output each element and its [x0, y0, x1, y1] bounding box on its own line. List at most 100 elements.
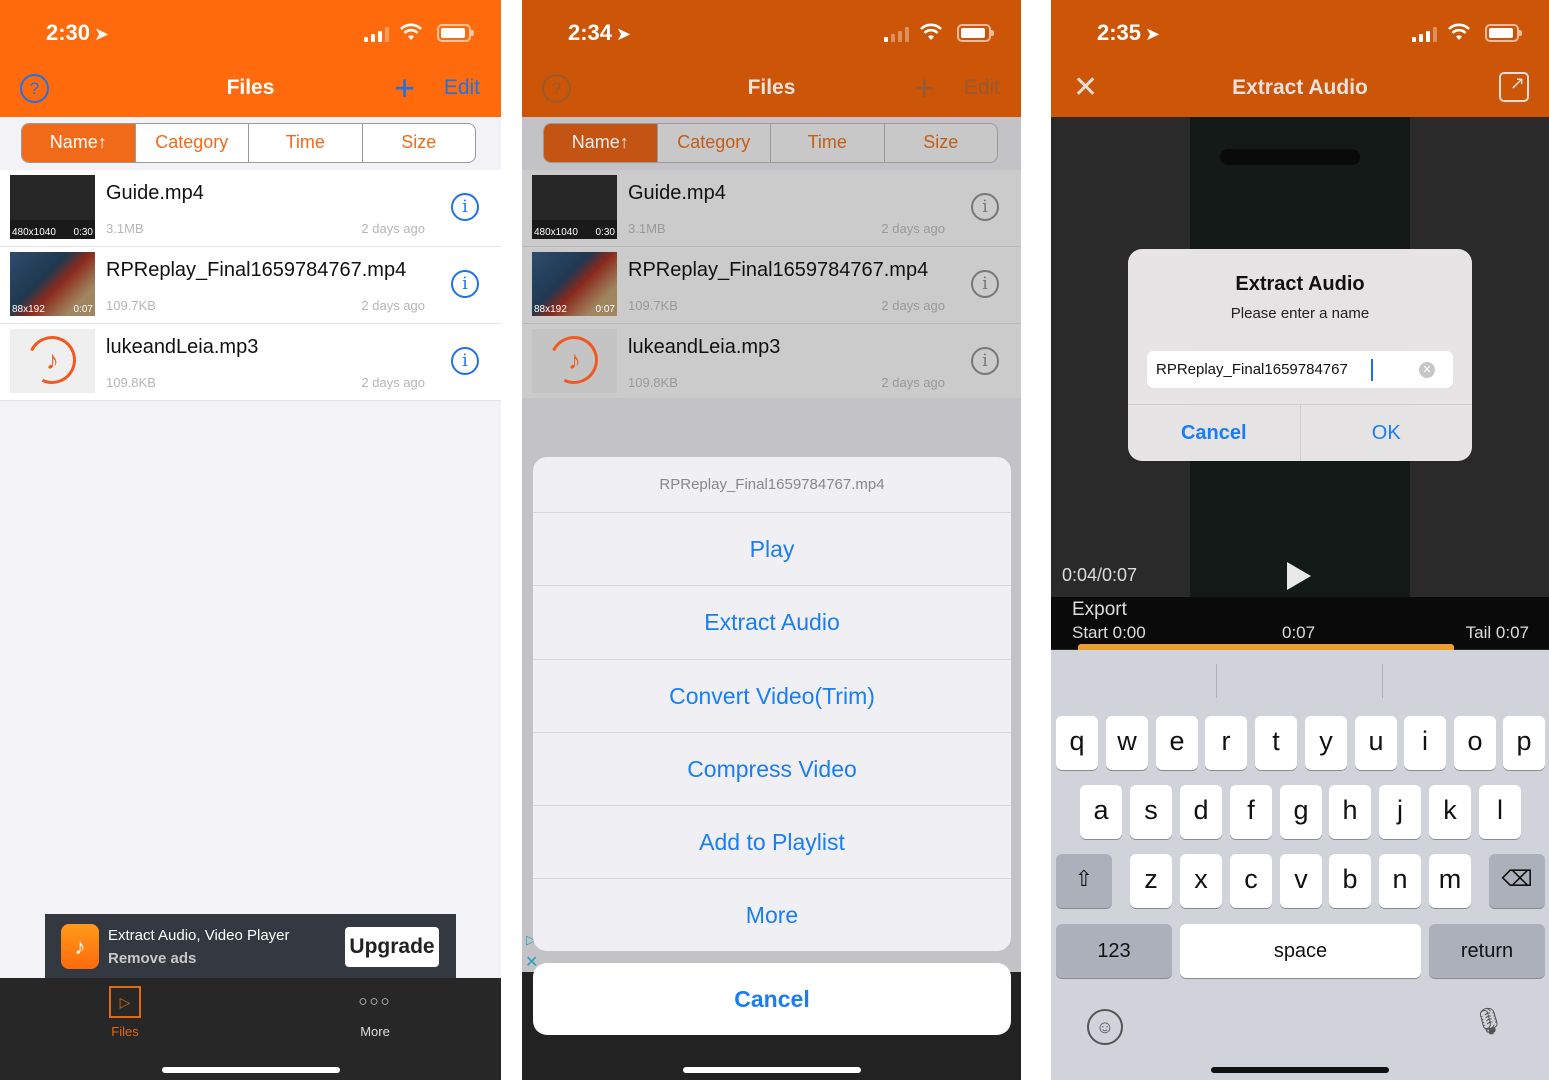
key[interactable]: y [1305, 716, 1347, 770]
signal-icon [1412, 26, 1437, 42]
key[interactable]: q [1056, 716, 1098, 770]
file-size: 109.8KB [628, 375, 678, 390]
key[interactable]: g [1280, 785, 1322, 839]
extract-audio-screen: 2:35 ➤ ✕ Extract Audio ↗ 0:04/0:07 Export… [1051, 0, 1549, 1080]
sort-tab-time[interactable]: Time [770, 124, 884, 162]
info-icon[interactable]: i [971, 193, 999, 221]
key[interactable]: f [1230, 785, 1272, 839]
video-thumbnail: 88x192 0:07 [10, 252, 95, 316]
key[interactable]: d [1180, 785, 1222, 839]
play-icon: ▷ [109, 986, 141, 1018]
key-row-2: a s d f g h j k l [1051, 785, 1549, 841]
key[interactable]: e [1156, 716, 1198, 770]
battery-icon [437, 24, 474, 42]
key[interactable]: k [1429, 785, 1471, 839]
key[interactable]: h [1329, 785, 1371, 839]
action-sheet: RPReplay_Final1659784767.mp4 Play Extrac… [533, 457, 1011, 951]
upgrade-button[interactable]: Upgrade [345, 927, 439, 967]
file-date: 2 days ago [881, 298, 945, 313]
key[interactable]: z [1130, 854, 1172, 908]
key[interactable]: u [1355, 716, 1397, 770]
key-row-1: q w e r t y u i o p [1051, 716, 1549, 772]
key[interactable]: m [1429, 854, 1471, 908]
app-icon: ♪ [61, 924, 99, 969]
extract-audio-dialog: Extract Audio Please enter a name ✕ Canc… [1128, 249, 1472, 461]
return-key[interactable]: return [1429, 924, 1545, 978]
page-title: Files [226, 76, 275, 99]
play-icon[interactable] [1287, 562, 1311, 590]
video-thumbnail: 480x1040 0:30 [532, 175, 617, 239]
key[interactable]: w [1106, 716, 1148, 770]
key[interactable]: b [1329, 854, 1371, 908]
file-size: 109.7KB [106, 298, 156, 313]
add-button[interactable]: + [914, 68, 935, 108]
key[interactable]: t [1255, 716, 1297, 770]
action-compress-video[interactable]: Compress Video [533, 733, 1011, 807]
backspace-key[interactable]: ⌫ [1489, 854, 1545, 908]
key[interactable]: l [1479, 785, 1521, 839]
edit-button[interactable]: Edit [444, 76, 480, 100]
file-row[interactable]: 480x1040 0:30 Guide.mp4 3.1MB 2 days ago … [0, 170, 501, 247]
sort-tab-size[interactable]: Size [361, 124, 476, 162]
thumb-duration: 0:07 [595, 304, 615, 315]
space-key[interactable]: space [1180, 924, 1421, 978]
file-date: 2 days ago [361, 221, 425, 236]
key[interactable]: x [1180, 854, 1222, 908]
file-row[interactable]: ♪ lukeandLeia.mp3 109.8KB 2 days ago i [0, 324, 501, 401]
dialog-ok-button[interactable]: OK [1301, 405, 1473, 461]
key[interactable]: s [1130, 785, 1172, 839]
action-add-to-playlist[interactable]: Add to Playlist [533, 806, 1011, 880]
info-icon[interactable]: i [451, 347, 479, 375]
key[interactable]: r [1205, 716, 1247, 770]
sort-tab-category[interactable]: Category [656, 124, 771, 162]
key[interactable]: i [1404, 716, 1446, 770]
sort-tab-size[interactable]: Size [883, 124, 998, 162]
file-name: RPReplay_Final1659784767.mp4 [106, 259, 407, 281]
music-note-icon: ♪ [543, 329, 605, 391]
sort-tab-time[interactable]: Time [248, 124, 362, 162]
info-icon[interactable]: i [971, 347, 999, 375]
key[interactable]: p [1503, 716, 1545, 770]
share-icon[interactable]: ↗ [1499, 72, 1529, 102]
emoji-icon[interactable]: ☺ [1087, 1009, 1123, 1045]
home-indicator [682, 1067, 861, 1073]
file-row[interactable]: 480x1040 0:30 Guide.mp4 3.1MB 2 days ago … [522, 170, 1021, 247]
audio-thumbnail: ♪ [10, 329, 95, 393]
file-row[interactable]: 88x192 0:07 RPReplay_Final1659784767.mp4 … [0, 247, 501, 324]
key[interactable]: v [1280, 854, 1322, 908]
sort-tab-name[interactable]: Name↑ [544, 124, 657, 162]
file-row[interactable]: ♪ lukeandLeia.mp3 109.8KB 2 days ago i [522, 324, 1021, 401]
action-more[interactable]: More [533, 879, 1011, 951]
info-icon[interactable]: i [451, 270, 479, 298]
more-dots-icon: ○○○ [358, 993, 392, 1010]
action-convert-video[interactable]: Convert Video(Trim) [533, 660, 1011, 733]
key[interactable]: a [1080, 785, 1122, 839]
sort-tab-category[interactable]: Category [134, 124, 249, 162]
sort-segmented-control: Name↑ Category Time Size [21, 123, 476, 163]
info-icon[interactable]: i [971, 270, 999, 298]
action-play[interactable]: Play [533, 513, 1011, 587]
key[interactable]: n [1379, 854, 1421, 908]
dialog-cancel-button[interactable]: Cancel [1128, 405, 1301, 461]
shift-key[interactable]: ⇧ [1056, 854, 1112, 908]
numbers-key[interactable]: 123 [1056, 924, 1172, 978]
action-extract-audio[interactable]: Extract Audio [533, 586, 1011, 660]
add-button[interactable]: + [394, 68, 415, 108]
sort-tab-name[interactable]: Name↑ [22, 124, 135, 162]
key[interactable]: o [1454, 716, 1496, 770]
ad-banner[interactable]: ♪ Extract Audio, Video Player Remove ads… [45, 914, 456, 978]
action-sheet-cancel-button[interactable]: Cancel [533, 963, 1011, 1035]
clip-length: 0:07 [1282, 623, 1316, 642]
clear-text-icon[interactable]: ✕ [1419, 362, 1435, 378]
name-input[interactable] [1147, 351, 1453, 388]
key[interactable]: c [1230, 854, 1272, 908]
info-icon[interactable]: i [451, 193, 479, 221]
tab-label: Files [111, 1024, 139, 1039]
page-title: Extract Audio [1232, 76, 1368, 99]
file-row[interactable]: 88x192 0:07 RPReplay_Final1659784767.mp4 … [522, 247, 1021, 324]
key[interactable]: j [1379, 785, 1421, 839]
tab-more[interactable]: ○○○ More [315, 986, 435, 1039]
edit-button[interactable]: Edit [964, 76, 1000, 100]
microphone-icon[interactable]: 🎙 [1472, 1006, 1505, 1037]
tab-files[interactable]: ▷ Files [65, 986, 185, 1039]
